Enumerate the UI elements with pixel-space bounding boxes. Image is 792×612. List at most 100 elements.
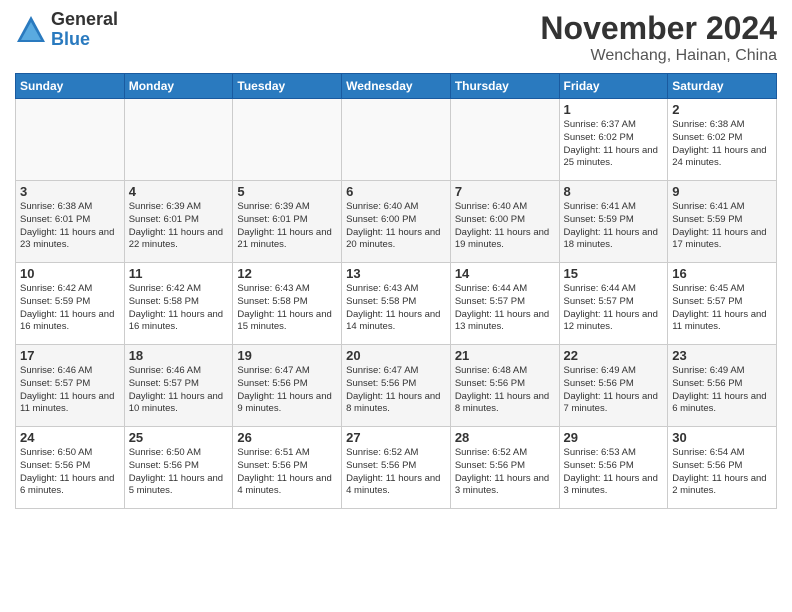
week-row-0: 1 Sunrise: 6:37 AM Sunset: 6:02 PM Daylig… (16, 99, 777, 181)
calendar-cell: 1 Sunrise: 6:37 AM Sunset: 6:02 PM Daylig… (559, 99, 668, 181)
header-day-friday: Friday (559, 74, 668, 99)
calendar-cell: 25 Sunrise: 6:50 AM Sunset: 5:56 PM Dayli… (124, 427, 233, 509)
day-number: 13 (346, 266, 446, 281)
calendar-cell (124, 99, 233, 181)
day-number: 3 (20, 184, 120, 199)
month-title: November 2024 (540, 10, 777, 47)
calendar-cell: 14 Sunrise: 6:44 AM Sunset: 5:57 PM Dayli… (450, 263, 559, 345)
calendar-cell: 19 Sunrise: 6:47 AM Sunset: 5:56 PM Dayli… (233, 345, 342, 427)
header-day-wednesday: Wednesday (342, 74, 451, 99)
day-number: 29 (564, 430, 664, 445)
header-day-saturday: Saturday (668, 74, 777, 99)
day-number: 17 (20, 348, 120, 363)
day-number: 9 (672, 184, 772, 199)
week-row-1: 3 Sunrise: 6:38 AM Sunset: 6:01 PM Daylig… (16, 181, 777, 263)
week-row-4: 24 Sunrise: 6:50 AM Sunset: 5:56 PM Dayli… (16, 427, 777, 509)
day-info: Sunrise: 6:51 AM Sunset: 5:56 PM Dayligh… (237, 447, 337, 498)
header-day-tuesday: Tuesday (233, 74, 342, 99)
calendar-cell: 17 Sunrise: 6:46 AM Sunset: 5:57 PM Dayli… (16, 345, 125, 427)
day-number: 8 (564, 184, 664, 199)
day-number: 26 (237, 430, 337, 445)
day-info: Sunrise: 6:43 AM Sunset: 5:58 PM Dayligh… (346, 283, 446, 334)
calendar-cell: 10 Sunrise: 6:42 AM Sunset: 5:59 PM Dayli… (16, 263, 125, 345)
day-info: Sunrise: 6:38 AM Sunset: 6:01 PM Dayligh… (20, 201, 120, 252)
calendar-cell: 27 Sunrise: 6:52 AM Sunset: 5:56 PM Dayli… (342, 427, 451, 509)
day-info: Sunrise: 6:40 AM Sunset: 6:00 PM Dayligh… (455, 201, 555, 252)
day-number: 1 (564, 102, 664, 117)
day-info: Sunrise: 6:39 AM Sunset: 6:01 PM Dayligh… (129, 201, 229, 252)
calendar-cell: 24 Sunrise: 6:50 AM Sunset: 5:56 PM Dayli… (16, 427, 125, 509)
calendar-cell: 2 Sunrise: 6:38 AM Sunset: 6:02 PM Daylig… (668, 99, 777, 181)
calendar-header: SundayMondayTuesdayWednesdayThursdayFrid… (16, 74, 777, 99)
day-info: Sunrise: 6:37 AM Sunset: 6:02 PM Dayligh… (564, 119, 664, 170)
calendar-cell: 13 Sunrise: 6:43 AM Sunset: 5:58 PM Dayli… (342, 263, 451, 345)
calendar-cell: 5Sunrise: 6:39 AM Sunset: 6:01 PM Daylig… (233, 181, 342, 263)
day-number: 4 (129, 184, 229, 199)
day-number: 19 (237, 348, 337, 363)
calendar-cell: 22 Sunrise: 6:49 AM Sunset: 5:56 PM Dayli… (559, 345, 668, 427)
day-number: 30 (672, 430, 772, 445)
day-info: Sunrise: 6:42 AM Sunset: 5:58 PM Dayligh… (129, 283, 229, 334)
day-info: Sunrise: 6:42 AM Sunset: 5:59 PM Dayligh… (20, 283, 120, 334)
day-info: Sunrise: 6:46 AM Sunset: 5:57 PM Dayligh… (20, 365, 120, 416)
day-number: 20 (346, 348, 446, 363)
day-number: 5 (237, 184, 337, 199)
day-number: 27 (346, 430, 446, 445)
logo-text: General Blue (51, 10, 118, 50)
calendar-table: SundayMondayTuesdayWednesdayThursdayFrid… (15, 73, 777, 509)
calendar-body: 1 Sunrise: 6:37 AM Sunset: 6:02 PM Daylig… (16, 99, 777, 509)
day-number: 15 (564, 266, 664, 281)
calendar-cell: 16 Sunrise: 6:45 AM Sunset: 5:57 PM Dayli… (668, 263, 777, 345)
day-info: Sunrise: 6:50 AM Sunset: 5:56 PM Dayligh… (129, 447, 229, 498)
header-day-sunday: Sunday (16, 74, 125, 99)
calendar-cell: 11 Sunrise: 6:42 AM Sunset: 5:58 PM Dayli… (124, 263, 233, 345)
calendar-cell: 7Sunrise: 6:40 AM Sunset: 6:00 PM Daylig… (450, 181, 559, 263)
day-number: 28 (455, 430, 555, 445)
day-number: 10 (20, 266, 120, 281)
header: General Blue November 2024 Wenchang, Hai… (15, 10, 777, 65)
calendar-cell: 30Sunrise: 6:54 AM Sunset: 5:56 PM Dayli… (668, 427, 777, 509)
calendar-cell: 21 Sunrise: 6:48 AM Sunset: 5:56 PM Dayli… (450, 345, 559, 427)
calendar-cell: 28 Sunrise: 6:52 AM Sunset: 5:56 PM Dayli… (450, 427, 559, 509)
calendar-cell (16, 99, 125, 181)
day-info: Sunrise: 6:46 AM Sunset: 5:57 PM Dayligh… (129, 365, 229, 416)
calendar-cell (342, 99, 451, 181)
calendar-cell: 20 Sunrise: 6:47 AM Sunset: 5:56 PM Dayli… (342, 345, 451, 427)
header-row: SundayMondayTuesdayWednesdayThursdayFrid… (16, 74, 777, 99)
day-info: Sunrise: 6:49 AM Sunset: 5:56 PM Dayligh… (564, 365, 664, 416)
day-info: Sunrise: 6:49 AM Sunset: 5:56 PM Dayligh… (672, 365, 772, 416)
day-number: 22 (564, 348, 664, 363)
logo-general: General (51, 10, 118, 30)
day-info: Sunrise: 6:50 AM Sunset: 5:56 PM Dayligh… (20, 447, 120, 498)
day-number: 2 (672, 102, 772, 117)
day-number: 21 (455, 348, 555, 363)
day-number: 24 (20, 430, 120, 445)
calendar-cell (233, 99, 342, 181)
day-info: Sunrise: 6:44 AM Sunset: 5:57 PM Dayligh… (564, 283, 664, 334)
calendar-cell: 6Sunrise: 6:40 AM Sunset: 6:00 PM Daylig… (342, 181, 451, 263)
day-info: Sunrise: 6:45 AM Sunset: 5:57 PM Dayligh… (672, 283, 772, 334)
day-number: 12 (237, 266, 337, 281)
day-info: Sunrise: 6:52 AM Sunset: 5:56 PM Dayligh… (455, 447, 555, 498)
day-info: Sunrise: 6:38 AM Sunset: 6:02 PM Dayligh… (672, 119, 772, 170)
day-number: 16 (672, 266, 772, 281)
day-info: Sunrise: 6:52 AM Sunset: 5:56 PM Dayligh… (346, 447, 446, 498)
day-info: Sunrise: 6:53 AM Sunset: 5:56 PM Dayligh… (564, 447, 664, 498)
logo-blue: Blue (51, 30, 118, 50)
day-info: Sunrise: 6:40 AM Sunset: 6:00 PM Dayligh… (346, 201, 446, 252)
day-info: Sunrise: 6:47 AM Sunset: 5:56 PM Dayligh… (346, 365, 446, 416)
calendar-cell: 15 Sunrise: 6:44 AM Sunset: 5:57 PM Dayli… (559, 263, 668, 345)
day-info: Sunrise: 6:41 AM Sunset: 5:59 PM Dayligh… (564, 201, 664, 252)
day-info: Sunrise: 6:44 AM Sunset: 5:57 PM Dayligh… (455, 283, 555, 334)
day-number: 14 (455, 266, 555, 281)
day-number: 11 (129, 266, 229, 281)
calendar-cell: 26 Sunrise: 6:51 AM Sunset: 5:56 PM Dayli… (233, 427, 342, 509)
day-info: Sunrise: 6:48 AM Sunset: 5:56 PM Dayligh… (455, 365, 555, 416)
calendar-cell: 29 Sunrise: 6:53 AM Sunset: 5:56 PM Dayli… (559, 427, 668, 509)
calendar-cell (450, 99, 559, 181)
calendar-cell: 9Sunrise: 6:41 AM Sunset: 5:59 PM Daylig… (668, 181, 777, 263)
day-number: 18 (129, 348, 229, 363)
calendar-cell: 4 Sunrise: 6:39 AM Sunset: 6:01 PM Daylig… (124, 181, 233, 263)
day-number: 25 (129, 430, 229, 445)
day-info: Sunrise: 6:47 AM Sunset: 5:56 PM Dayligh… (237, 365, 337, 416)
